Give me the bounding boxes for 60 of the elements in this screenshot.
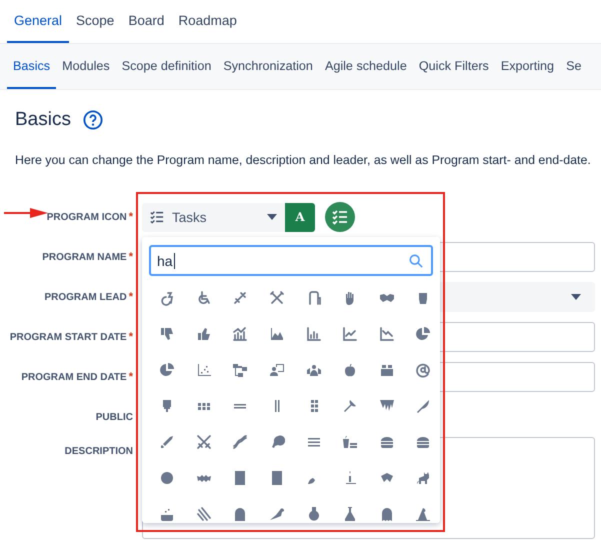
tab[interactable]: Se: [560, 44, 588, 89]
knife-icon[interactable]: [415, 398, 432, 414]
required-mark: *: [128, 211, 133, 223]
field-label: PROGRAM ICON: [46, 212, 127, 223]
cat-icon[interactable]: [415, 470, 432, 486]
caret-icon: [571, 294, 581, 300]
tab[interactable]: Exporting: [494, 44, 560, 89]
fast-food-icon[interactable]: [342, 434, 358, 450]
field-label: PROGRAM START DATE: [10, 332, 127, 343]
crutches-icon[interactable]: [269, 290, 286, 306]
pie-chart-icon[interactable]: [415, 326, 432, 342]
required-mark: *: [128, 251, 133, 263]
tab[interactable]: Modules: [56, 44, 116, 89]
caret-icon: [267, 214, 277, 220]
help-icon[interactable]: [82, 110, 103, 130]
tab[interactable]: Synchronization: [217, 44, 319, 89]
search-icon: [409, 254, 423, 268]
field-label: PROGRAM LEAD: [44, 292, 127, 303]
annotation-arrow: [4, 208, 48, 218]
sword-icon[interactable]: [159, 434, 176, 450]
burger-icon[interactable]: [415, 434, 432, 450]
pie-chart-icon[interactable]: [159, 362, 176, 378]
diagram-icon[interactable]: [232, 362, 248, 378]
thumbs-up-icon[interactable]: [196, 326, 212, 342]
tab[interactable]: Basics: [7, 44, 56, 89]
line-chart-icon[interactable]: [378, 326, 395, 342]
tab[interactable]: Scope definition: [116, 44, 218, 89]
claw-marks-icon[interactable]: [196, 506, 212, 522]
color-button[interactable]: A: [285, 202, 315, 232]
field-label: DESCRIPTION: [64, 446, 133, 457]
burger-icon[interactable]: [378, 434, 395, 450]
tab[interactable]: Roadmap: [171, 0, 244, 43]
icon-select[interactable]: Tasks: [142, 202, 285, 232]
tab[interactable]: Quick Filters: [412, 44, 495, 89]
field-label: PUBLIC: [96, 412, 133, 422]
cauldron-icon[interactable]: [159, 506, 176, 522]
tab[interactable]: Scope: [69, 0, 122, 43]
wizard-hat-icon[interactable]: [415, 506, 432, 522]
thumbs-down-icon[interactable]: [159, 326, 176, 342]
tasks-icon-preview: [325, 202, 355, 232]
tasks-icon: [150, 210, 164, 224]
section-title: Basics: [15, 109, 71, 131]
area-chart-icon[interactable]: [269, 326, 286, 342]
at-sign-icon[interactable]: [415, 362, 432, 378]
required-mark: *: [128, 371, 133, 383]
required-mark: *: [128, 331, 133, 343]
syringe-icon[interactable]: [232, 290, 248, 306]
tab[interactable]: Agile schedule: [318, 44, 413, 89]
tab[interactable]: Board: [121, 0, 172, 43]
chart-icon[interactable]: [232, 326, 248, 342]
bar-chart-icon[interactable]: [306, 326, 322, 342]
presenter-icon[interactable]: [269, 362, 286, 378]
scatter-chart-icon[interactable]: [196, 362, 212, 378]
crossed-swords-icon[interactable]: [196, 434, 212, 450]
intro-text: Here you can change the Program name, description and leader, as well as Program start- and end-date.: [14, 152, 592, 169]
field-label: PROGRAM NAME: [42, 252, 127, 263]
search-field[interactable]: ha: [149, 245, 433, 276]
field-label: PROGRAM END DATE: [21, 372, 127, 383]
line-chart-icon[interactable]: [342, 326, 358, 342]
required-mark: *: [128, 291, 133, 303]
